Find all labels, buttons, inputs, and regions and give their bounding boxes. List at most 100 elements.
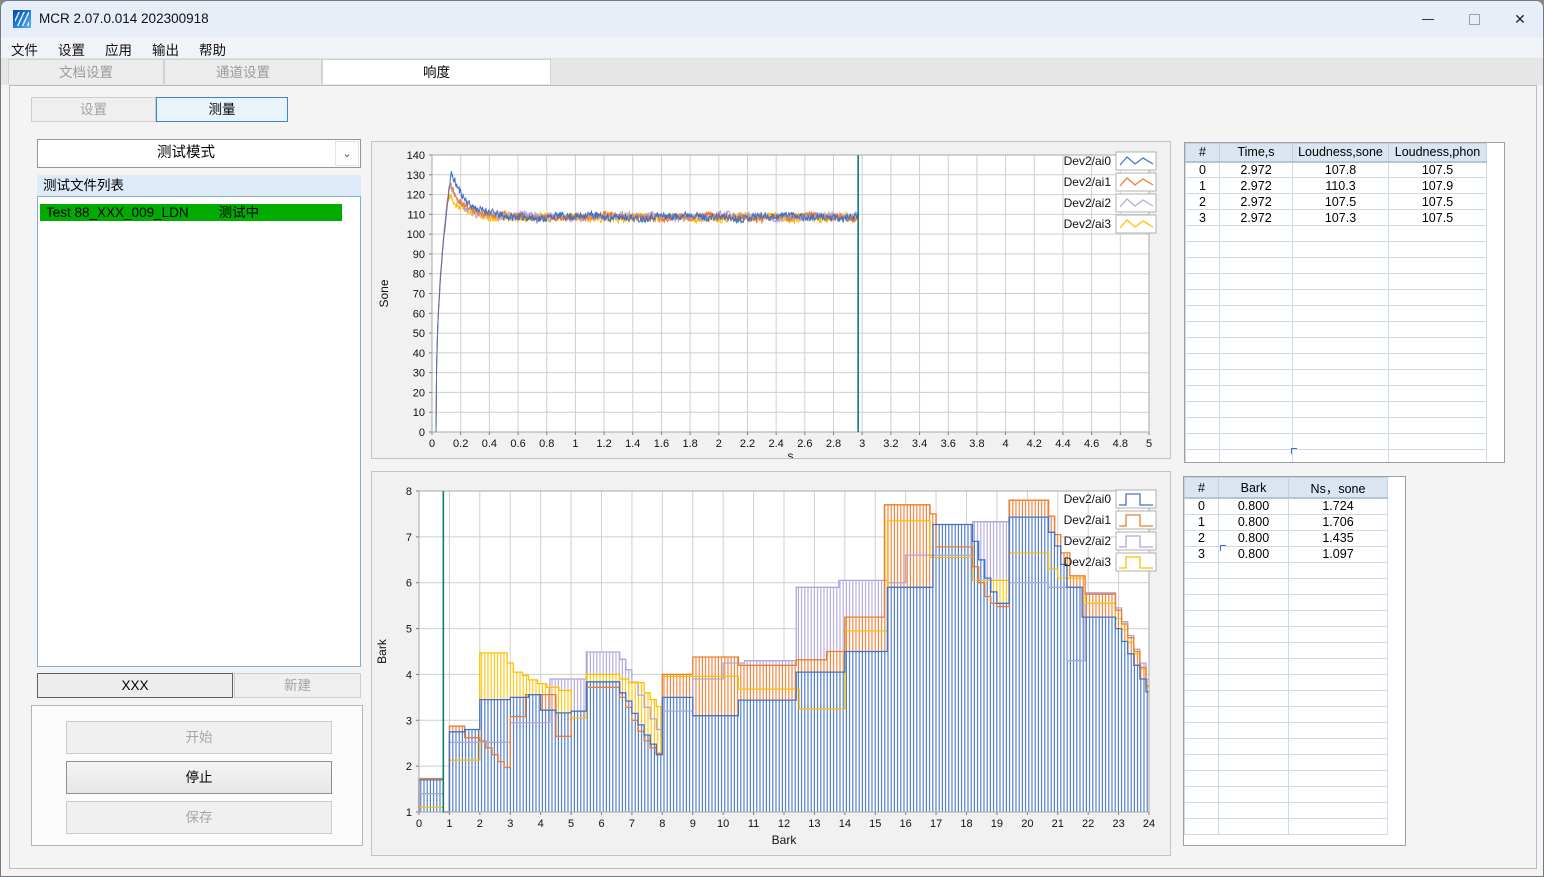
legend-swatch — [1115, 151, 1157, 171]
legend-swatch — [1115, 214, 1157, 234]
x-tick-label: 3 — [507, 818, 513, 830]
column-header[interactable]: Loudness,sone — [1292, 143, 1389, 163]
x-tick-label: 2.8 — [826, 438, 841, 450]
table-row-empty — [1184, 721, 1388, 739]
xxx-button[interactable]: XXX — [37, 673, 233, 698]
x-tick-label: 0 — [416, 818, 422, 830]
x-tick-label: 8 — [659, 818, 665, 830]
menu-item-4[interactable]: 帮助 — [189, 37, 236, 61]
tab-0[interactable]: 文档设置 — [8, 59, 164, 84]
table-row-empty — [1185, 449, 1487, 462]
tab-1[interactable]: 通道设置 — [164, 59, 322, 84]
column-header[interactable]: # — [1185, 143, 1220, 163]
chevron-down-icon[interactable]: ⌄ — [335, 141, 359, 166]
table-row[interactable]: 3 0.800 1.097 — [1184, 545, 1388, 563]
tab-strip: 文档设置 通道设置 响度 — [1, 59, 1543, 85]
y-tick-label: 10 — [413, 407, 425, 419]
x-tick-label: 4.8 — [1113, 438, 1128, 450]
legend-label: Dev2/ai3 — [1064, 555, 1112, 569]
y-tick-label: 140 — [407, 150, 425, 162]
x-tick-label: 4 — [538, 818, 544, 830]
y-tick-label: 1 — [406, 807, 412, 819]
test-file-item[interactable]: Test 88_XXX_009_LDN 测试中 — [40, 204, 342, 221]
table-row-empty — [1184, 689, 1388, 707]
legend-label: Dev2/ai3 — [1064, 217, 1112, 231]
minimize-button[interactable] — [1405, 1, 1451, 37]
column-header[interactable]: Time,s — [1219, 143, 1293, 163]
table-row[interactable]: 0 0.800 1.724 — [1184, 497, 1388, 515]
column-header[interactable]: Bark — [1218, 477, 1289, 499]
x-tick-label: 1 — [572, 438, 578, 450]
app-window: MCR 2.07.0.014 202300918 ✕ 文件 设置 应用 输出 帮助 文档… — [0, 0, 1544, 877]
specific-loudness-results-table[interactable]: # Bark Ns，sone 0 0.800 1.724 1 0.800 1.706 2 0.800… — [1183, 476, 1406, 846]
new-button[interactable]: 新建 — [234, 673, 361, 698]
x-tick-label: 9 — [690, 818, 696, 830]
x-tick-label: 2.2 — [740, 438, 755, 450]
x-tick-label: 14 — [839, 818, 851, 830]
table-row-empty — [1184, 705, 1388, 723]
x-tick-label: 12 — [778, 818, 790, 830]
y-tick-label: 5 — [406, 624, 412, 636]
maximize-icon — [1468, 13, 1480, 25]
loudness-results-table[interactable]: # Time,s Loudness,sone Loudness,phon 0 2.972 1… — [1184, 142, 1505, 463]
x-tick-label: 1.4 — [625, 438, 640, 450]
table-row-empty — [1185, 417, 1487, 434]
save-button[interactable]: 保存 — [66, 801, 332, 834]
maximize-button[interactable] — [1451, 1, 1497, 37]
table-row-empty — [1184, 673, 1388, 691]
table-row[interactable]: 2 0.800 1.435 — [1184, 529, 1388, 547]
x-tick-label: 5 — [568, 818, 574, 830]
close-button[interactable]: ✕ — [1497, 1, 1543, 37]
tab-2[interactable]: 响度 — [322, 59, 551, 84]
x-tick-label: 24 — [1143, 818, 1155, 830]
specific-loudness-chart[interactable]: 0 1 2 3 4 5 6 7 8 9 10 11 12 13 14 15 16 17 18 19 20 21 22 23 24… — [371, 471, 1171, 856]
x-tick-label: 1 — [446, 818, 452, 830]
start-button[interactable]: 开始 — [66, 721, 332, 754]
x-tick-label: 1.6 — [654, 438, 669, 450]
table-row-empty — [1184, 737, 1388, 755]
menu-bar: 文件 设置 应用 输出 帮助 — [1, 37, 1543, 59]
measure-view-button[interactable]: 测量 — [156, 97, 288, 122]
test-mode-select[interactable]: 测试模式 ⌄ — [37, 139, 361, 168]
table-row-empty — [1185, 257, 1487, 274]
y-tick-label: 110 — [407, 209, 425, 221]
column-header[interactable]: # — [1184, 477, 1219, 499]
stop-button[interactable]: 停止 — [66, 761, 332, 794]
test-file-list[interactable]: Test 88_XXX_009_LDN 测试中 — [37, 196, 361, 667]
table-row[interactable]: 1 2.972 110.3 107.9 — [1185, 177, 1487, 194]
x-tick-label: 0.8 — [539, 438, 554, 450]
table-row-empty — [1184, 609, 1388, 627]
menu-item-0[interactable]: 文件 — [1, 37, 48, 61]
table-row-empty — [1184, 769, 1388, 787]
legend-label: Dev2/ai0 — [1064, 154, 1112, 168]
menu-item-3[interactable]: 输出 — [142, 37, 189, 61]
table-row-empty — [1185, 305, 1487, 322]
x-axis-title: Bark — [772, 833, 798, 847]
x-tick-label: 13 — [808, 818, 820, 830]
menu-item-1[interactable]: 设置 — [48, 37, 95, 61]
table-row-empty — [1185, 273, 1487, 290]
menu-item-2[interactable]: 应用 — [95, 37, 142, 61]
column-header[interactable]: Ns，sone — [1288, 477, 1388, 499]
window-title: MCR 2.07.0.014 202300918 — [39, 11, 209, 26]
table-focus-mark — [1291, 448, 1297, 454]
run-control-group: 开始 停止 保存 — [31, 705, 363, 846]
x-tick-label: 0.2 — [453, 438, 468, 450]
settings-view-button[interactable]: 设置 — [31, 97, 156, 122]
y-tick-label: 7 — [406, 532, 412, 544]
x-tick-label: 17 — [930, 818, 942, 830]
x-tick-label: 0.6 — [510, 438, 525, 450]
table-row[interactable]: 0 2.972 107.8 107.5 — [1185, 161, 1487, 178]
column-header[interactable]: Loudness,phon — [1388, 143, 1487, 163]
x-tick-label: 4.2 — [1027, 438, 1042, 450]
table-row[interactable]: 1 0.800 1.706 — [1184, 513, 1388, 531]
table-row-empty — [1185, 337, 1487, 354]
x-tick-label: 21 — [1052, 818, 1064, 830]
loudness-time-chart[interactable]: 0 0.2 0.4 0.6 0.8 1 1.2 1.4 1.6 1.8 2 2.2 2.4 2.6 2.8 3… — [371, 141, 1171, 459]
table-row[interactable]: 3 2.972 107.3 107.5 — [1185, 209, 1487, 226]
y-tick-label: 4 — [406, 669, 412, 681]
table-row-empty — [1185, 321, 1487, 338]
table-row[interactable]: 2 2.972 107.5 107.5 — [1185, 193, 1487, 210]
table-row-empty — [1185, 369, 1487, 386]
table-row-empty — [1185, 241, 1487, 258]
